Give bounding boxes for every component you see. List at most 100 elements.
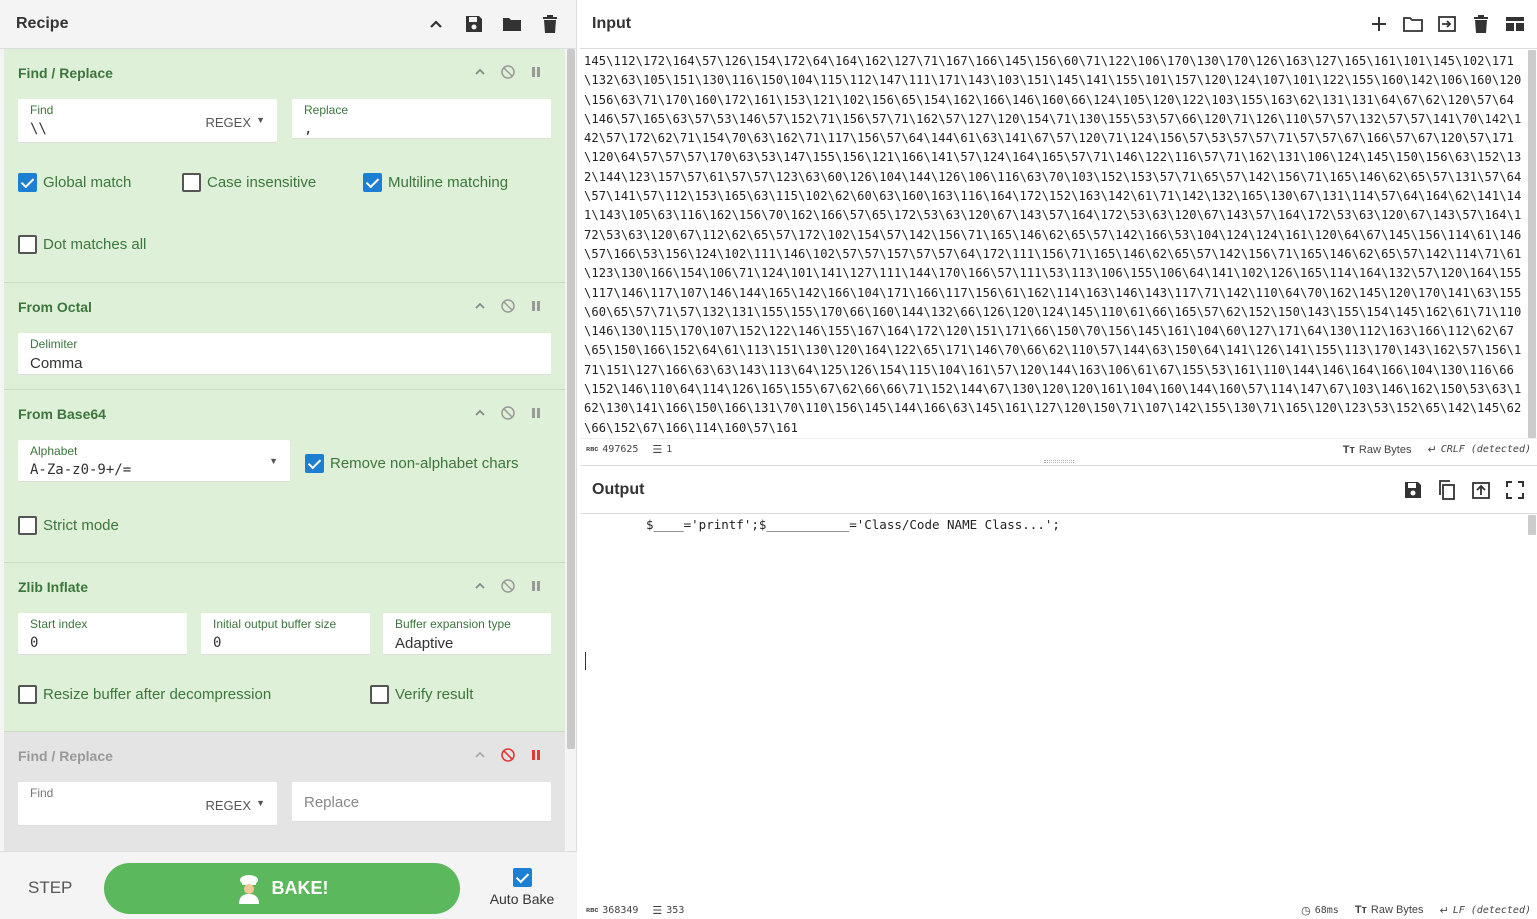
start-index-input[interactable]: Start index 0 [18,613,187,655]
buffer-expansion-label: Buffer expansion type [395,617,511,631]
output-textarea[interactable]: $____='printf';$___________='Class/Code … [646,517,1060,532]
replace-label: Replace [304,103,349,117]
find-input[interactable]: Find \\ REGEX ▼ [18,99,277,143]
input-textarea[interactable]: 145\112\172\164\57\126\154\172\64\164\16… [584,52,1526,438]
return-icon: ↵ [1439,904,1449,917]
checkbox-checked-icon[interactable] [305,454,324,473]
resize-buffer-label: Resize buffer after decompression [43,686,272,703]
trash-icon[interactable] [540,14,560,34]
pane-resize-handle[interactable] [1044,460,1074,463]
chevron-up-icon[interactable] [473,299,487,313]
disable-icon[interactable] [501,299,515,313]
checkbox-unchecked-icon[interactable] [18,685,37,704]
output-length: 368349 [602,904,639,916]
disable-icon[interactable] [501,406,515,420]
replace-input[interactable]: Replace [292,782,551,822]
resize-buffer-checkbox[interactable]: Resize buffer after decompression [18,685,271,704]
find-mode-dropdown[interactable]: REGEX [205,798,251,813]
global-match-checkbox[interactable]: Global match [18,173,131,192]
recipe-scrollbar[interactable] [567,49,575,749]
caret-down-icon: ▼ [256,115,265,125]
save-icon[interactable] [464,14,484,34]
disable-icon[interactable] [501,748,515,762]
buffer-expansion-select[interactable]: Buffer expansion type Adaptive [383,613,551,655]
save-icon[interactable] [1403,480,1423,500]
auto-bake-checkbox[interactable]: Auto Bake [488,868,556,907]
plus-icon[interactable] [1369,14,1389,34]
caret-down-icon[interactable]: ▼ [269,456,278,466]
recipe-operations-list: Find / Replace Find \\ REGEX ▼ Replace ,… [4,49,565,851]
input-header: Input [580,0,1537,49]
chevron-up-icon[interactable] [426,14,446,34]
output-eol-label: LF (detected) [1452,904,1531,916]
bake-label: BAKE! [271,878,329,898]
text-size-icon: Tт [1342,443,1355,456]
checkbox-checked-icon[interactable] [512,868,532,887]
dot-all-checkbox[interactable]: Dot matches all [18,235,146,254]
import-file-icon[interactable] [1437,14,1457,34]
input-length: 497625 [602,444,639,455]
clock-icon: ◷ [1301,904,1311,917]
checkbox-checked-icon[interactable] [363,173,382,192]
auto-bake-label: Auto Bake [489,891,555,907]
output-scrollbar[interactable] [1528,515,1536,535]
bake-time-label: 68ms [1314,904,1339,916]
lines-icon: ☰ [652,444,663,456]
pause-icon[interactable] [529,579,543,593]
remove-non-alphabet-checkbox[interactable]: Remove non-alphabet chars [305,454,518,473]
checkbox-unchecked-icon[interactable] [182,173,201,192]
dot-all-label: Dot matches all [43,236,147,253]
op-from-base64: From Base64 Alphabet A-Za-z0-9+/= ▼ Remo… [4,390,565,563]
input-scrollbar[interactable] [1528,50,1536,438]
alphabet-select[interactable]: Alphabet A-Za-z0-9+/= ▼ [18,440,290,482]
initial-buffer-label: Initial output buffer size [213,617,337,631]
step-button[interactable]: STEP [28,878,72,898]
disable-icon[interactable] [501,65,515,79]
chevron-up-icon[interactable] [473,65,487,79]
output-eol[interactable]: ↵ LF (detected) [1440,904,1532,917]
disable-icon[interactable] [501,579,515,593]
recipe-title: Recipe [16,15,69,32]
strict-mode-checkbox[interactable]: Strict mode [18,516,119,535]
initial-buffer-input[interactable]: Initial output buffer size 0 [201,613,370,655]
folder-icon[interactable] [502,14,522,34]
verify-result-checkbox[interactable]: Verify result [370,685,473,704]
chevron-up-icon[interactable] [473,406,487,420]
remove-non-alphabet-label: Remove non-alphabet chars [330,455,519,472]
multiline-checkbox[interactable]: Multiline matching [363,173,508,192]
trash-icon[interactable] [1471,14,1491,34]
input-lines: 1 [666,444,673,455]
pause-icon[interactable] [529,299,543,313]
checkbox-checked-icon[interactable] [18,173,37,192]
case-insensitive-checkbox[interactable]: Case insensitive [182,173,316,192]
input-eol[interactable]: ↵ CRLF (detected) [1427,443,1531,456]
pause-icon[interactable] [529,748,543,762]
checkbox-unchecked-icon[interactable] [18,516,37,535]
find-mode-dropdown[interactable]: REGEX [205,115,251,130]
pause-icon[interactable] [529,406,543,420]
fullscreen-icon[interactable] [1505,480,1525,500]
op-find-replace: Find / Replace Find \\ REGEX ▼ Replace ,… [4,49,565,283]
op-title: Find / Replace [18,748,113,764]
checkbox-unchecked-icon[interactable] [370,685,389,704]
replace-placeholder: Replace [304,794,360,811]
replace-input[interactable]: Replace , [292,99,551,139]
open-folder-icon[interactable] [1403,14,1423,34]
checkbox-unchecked-icon[interactable] [18,235,37,254]
layout-icon[interactable] [1505,14,1525,34]
recipe-controls: STEP BAKE! Auto Bake [0,851,577,919]
output-encoding[interactable]: Tт Raw Bytes [1355,904,1424,916]
text-cursor [585,652,586,670]
delimiter-select[interactable]: Delimiter Comma [18,333,551,375]
move-to-input-icon[interactable] [1471,480,1491,500]
bake-button[interactable]: BAKE! [104,863,460,914]
find-input[interactable]: Find REGEX ▼ [18,782,277,826]
copy-icon[interactable] [1437,479,1457,500]
input-encoding[interactable]: Tт Raw Bytes [1343,444,1412,456]
chevron-up-icon[interactable] [473,748,487,762]
op-find-replace-disabled: Find / Replace Find REGEX ▼ Replace [4,732,565,851]
op-title: From Base64 [18,406,106,422]
pause-icon[interactable] [529,65,543,79]
length-icon: ʀʙᴄ [586,446,599,453]
chevron-up-icon[interactable] [473,579,487,593]
